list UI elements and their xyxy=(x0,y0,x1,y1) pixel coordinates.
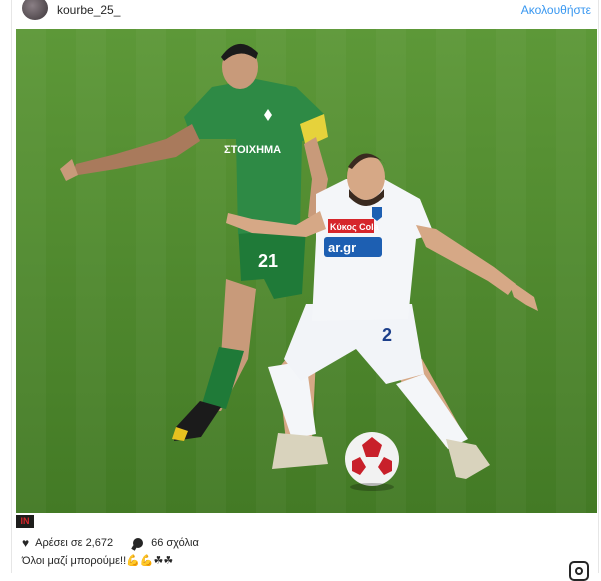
credit-logo: IN xyxy=(16,514,34,528)
left-border xyxy=(11,0,12,573)
white-shorts-number: 2 xyxy=(382,325,392,345)
green-sponsor: ΣΤΟΙΧΗΜΑ xyxy=(224,144,281,156)
post-photo[interactable]: 21 ΣΤΟΙΧΗΜΑ 2 Κύκος Cola ar.gr xyxy=(16,29,597,513)
instagram-icon[interactable] xyxy=(569,561,589,581)
white-sponsor-top: Κύκος Cola xyxy=(330,222,380,232)
likes-count[interactable]: Αρέσει σε 2,672 xyxy=(35,537,113,549)
heart-icon[interactable]: ♥ xyxy=(22,537,29,549)
photo-credit: IN xyxy=(16,513,96,529)
username[interactable]: kourbe_25_ xyxy=(57,3,120,17)
caption-text: Όλοι μαζί μπορούμε!! xyxy=(22,555,127,567)
caption-emojis: 💪💪☘☘ xyxy=(126,555,174,567)
avatar[interactable] xyxy=(22,0,48,20)
white-sponsor-bottom: ar.gr xyxy=(328,240,356,255)
right-border xyxy=(598,0,599,573)
post-caption: Όλοι μαζί μπορούμε!!💪💪☘☘ xyxy=(22,554,173,567)
comment-icon[interactable] xyxy=(133,538,144,548)
post-header: kourbe_25_ Ακολουθήστε xyxy=(0,0,601,22)
follow-button[interactable]: Ακολουθήστε xyxy=(521,3,591,17)
comments-count[interactable]: 66 σχόλια xyxy=(151,537,199,549)
football-scene: 21 ΣΤΟΙΧΗΜΑ 2 Κύκος Cola ar.gr xyxy=(16,29,597,513)
post-stats: ♥ Αρέσει σε 2,672 66 σχόλια xyxy=(22,537,199,549)
green-shorts-number: 21 xyxy=(258,251,278,271)
